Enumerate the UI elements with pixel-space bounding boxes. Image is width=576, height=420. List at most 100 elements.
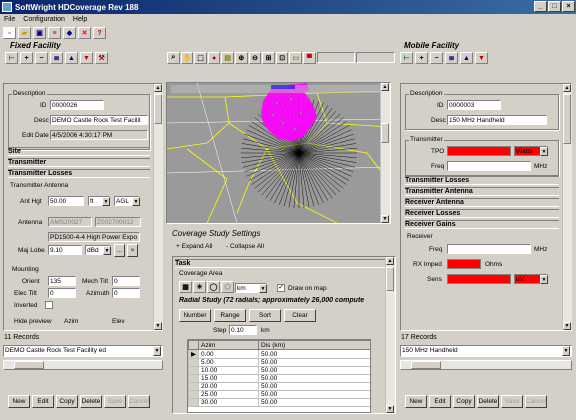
list-icon[interactable]: ≣ bbox=[50, 52, 63, 64]
table-row[interactable]: 15.00 50.00 bbox=[188, 374, 370, 383]
number-button[interactable]: Number bbox=[179, 309, 211, 322]
azim-cell[interactable]: 5.00 bbox=[198, 358, 259, 367]
remove-icon[interactable]: − bbox=[430, 52, 443, 64]
mobile-cancel-button[interactable]: Cancel bbox=[525, 395, 547, 408]
export-icon[interactable]: ▼ bbox=[80, 52, 93, 64]
mobile-tx-losses-section[interactable]: Transmitter Losses bbox=[405, 176, 559, 185]
scroll-up-icon[interactable]: ▲ bbox=[386, 257, 394, 265]
antenna-clear-button[interactable]: × bbox=[127, 244, 138, 257]
coverage-map[interactable]: ▲ ▼ bbox=[166, 82, 391, 224]
azim-cell[interactable]: 20.00 bbox=[198, 382, 259, 391]
import-icon[interactable]: ▲ bbox=[460, 52, 473, 64]
scroll-thumb[interactable] bbox=[381, 123, 389, 143]
mobile-save-button[interactable]: Save bbox=[501, 395, 523, 408]
h-scroll-thumb[interactable] bbox=[411, 361, 441, 369]
list-icon[interactable]: ≣ bbox=[445, 52, 458, 64]
table-row[interactable]: 5.00 50.00 bbox=[188, 358, 370, 367]
azim-cell[interactable]: 10.00 bbox=[198, 366, 259, 375]
run-study-icon[interactable]: ◆ bbox=[63, 27, 76, 39]
table-row[interactable]: 20.00 50.00 bbox=[188, 382, 370, 391]
export-icon[interactable]: ▼ bbox=[475, 52, 488, 64]
scroll-thumb[interactable] bbox=[386, 267, 394, 291]
azim-cell[interactable]: 25.00 bbox=[198, 390, 259, 399]
scroll-down-icon[interactable]: ▼ bbox=[381, 215, 389, 223]
zoom-out-icon[interactable]: ⊖ bbox=[248, 52, 262, 64]
dis-column-header[interactable]: Dis (km) bbox=[258, 340, 370, 350]
fixed-panel-scrollbar[interactable]: ▲ ▼ bbox=[153, 84, 163, 330]
table-row[interactable]: 10.00 50.00 bbox=[188, 366, 370, 375]
chevron-down-icon[interactable]: ▼ bbox=[103, 246, 111, 255]
azimuth-field[interactable]: 0 bbox=[112, 288, 140, 298]
new-file-icon[interactable]: ▫ bbox=[3, 27, 16, 39]
sens-field[interactable] bbox=[447, 274, 511, 284]
range-button[interactable]: Range bbox=[214, 309, 246, 322]
table-row[interactable]: 25.00 50.00 bbox=[188, 390, 370, 399]
layers-icon[interactable]: ▤ bbox=[221, 52, 235, 64]
mobile-id-field[interactable]: 0000003 bbox=[447, 100, 501, 110]
remove-icon[interactable]: − bbox=[35, 52, 48, 64]
chevron-down-icon[interactable]: ▼ bbox=[102, 197, 110, 206]
green-measure-icon[interactable]: ⊢ bbox=[5, 52, 18, 64]
menu-configuration[interactable]: Configuration bbox=[23, 16, 65, 23]
scroll-thumb[interactable] bbox=[563, 94, 571, 144]
table-row[interactable]: 30.00 50.00 bbox=[188, 398, 370, 407]
menu-help[interactable]: Help bbox=[73, 16, 87, 23]
fixed-transmitter-section[interactable]: Transmitter bbox=[8, 158, 150, 167]
radial-mode-icon[interactable]: ✳ bbox=[193, 281, 206, 293]
pan-hand-icon[interactable]: ✋ bbox=[180, 52, 194, 64]
study-v-scrollbar[interactable]: ▲ ▼ bbox=[385, 257, 395, 413]
mobile-edit-button[interactable]: Edit bbox=[429, 395, 451, 408]
orient-field[interactable]: 135 bbox=[48, 276, 76, 286]
rx-freq-field[interactable] bbox=[447, 244, 531, 254]
mobile-new-button[interactable]: New bbox=[405, 395, 427, 408]
azim-column-header[interactable]: Azim bbox=[198, 340, 259, 350]
fit-icon[interactable]: ⊡ bbox=[275, 52, 289, 64]
print-icon[interactable]: ▀ bbox=[303, 52, 316, 64]
ant-hgt-field[interactable]: 50.00 bbox=[48, 196, 84, 206]
help-icon[interactable]: ? bbox=[93, 27, 106, 39]
grid-mode-icon[interactable]: ▦ bbox=[179, 281, 192, 293]
antenna-browse-button[interactable]: … bbox=[114, 244, 125, 257]
stop-icon[interactable]: ✕ bbox=[78, 27, 91, 39]
expand-all-link[interactable]: + Expand All bbox=[176, 243, 212, 250]
mobile-delete-button[interactable]: Delete bbox=[477, 395, 499, 408]
dis-cell[interactable]: 50.00 bbox=[258, 398, 370, 407]
circle-mode-icon[interactable]: ◯ bbox=[207, 281, 220, 293]
tools-icon[interactable]: ⚒ bbox=[95, 52, 108, 64]
rx-imped-field[interactable] bbox=[447, 259, 481, 269]
maj-lobe-field[interactable]: 9.10 bbox=[48, 245, 82, 255]
fixed-record-select[interactable]: DEMO Castle Rock Test Facility ed bbox=[3, 345, 163, 357]
chevron-down-icon[interactable]: ▼ bbox=[562, 346, 570, 356]
mobile-tx-antenna-section[interactable]: Transmitter Antenna bbox=[405, 187, 559, 196]
polygon-mode-icon[interactable]: ⬠ bbox=[221, 281, 234, 293]
scroll-down-icon[interactable]: ▼ bbox=[154, 322, 162, 330]
scroll-thumb[interactable] bbox=[154, 94, 162, 124]
chevron-down-icon[interactable]: ▼ bbox=[540, 275, 548, 284]
draw-on-map-checkbox[interactable]: ✓ bbox=[277, 284, 285, 292]
add-icon[interactable]: + bbox=[20, 52, 33, 64]
dis-cell[interactable]: 50.00 bbox=[258, 358, 370, 367]
save-disk-icon[interactable]: ▣ bbox=[33, 27, 46, 39]
add-icon[interactable]: + bbox=[415, 52, 428, 64]
azim-cell[interactable]: 0.00 bbox=[198, 349, 259, 359]
table-row[interactable]: ▶ 0.00 50.00 bbox=[188, 349, 370, 359]
mobile-rx-losses-section[interactable]: Receiver Losses bbox=[405, 209, 559, 218]
site-marker[interactable] bbox=[297, 151, 301, 155]
open-folder-icon[interactable]: ▰ bbox=[18, 27, 31, 39]
zoom-icon[interactable]: ⌕ bbox=[167, 52, 180, 64]
chevron-down-icon[interactable]: ▼ bbox=[259, 284, 267, 293]
fixed-delete-button[interactable]: Delete bbox=[80, 395, 102, 408]
mobile-copy-button[interactable]: Copy bbox=[453, 395, 475, 408]
zoom-extent-icon[interactable]: ⊞ bbox=[262, 52, 275, 64]
globe-icon[interactable]: ● bbox=[207, 52, 221, 64]
radial-table[interactable]: Azim Dis (km) ▶ 0.00 50.00 5.00 50.00 10.00… bbox=[187, 339, 371, 413]
mobile-h-scrollbar[interactable] bbox=[400, 360, 572, 370]
chevron-down-icon[interactable]: ▼ bbox=[132, 197, 140, 206]
chevron-down-icon[interactable]: ▼ bbox=[153, 346, 161, 356]
zoom-in-icon[interactable]: ⊕ bbox=[235, 52, 248, 64]
menu-file[interactable]: File bbox=[4, 16, 15, 23]
scroll-down-icon[interactable]: ▼ bbox=[563, 322, 571, 330]
fixed-site-section[interactable]: Site bbox=[8, 147, 150, 156]
green-measure-icon[interactable]: ⊢ bbox=[400, 52, 413, 64]
map-v-scrollbar[interactable]: ▲ ▼ bbox=[380, 83, 390, 223]
